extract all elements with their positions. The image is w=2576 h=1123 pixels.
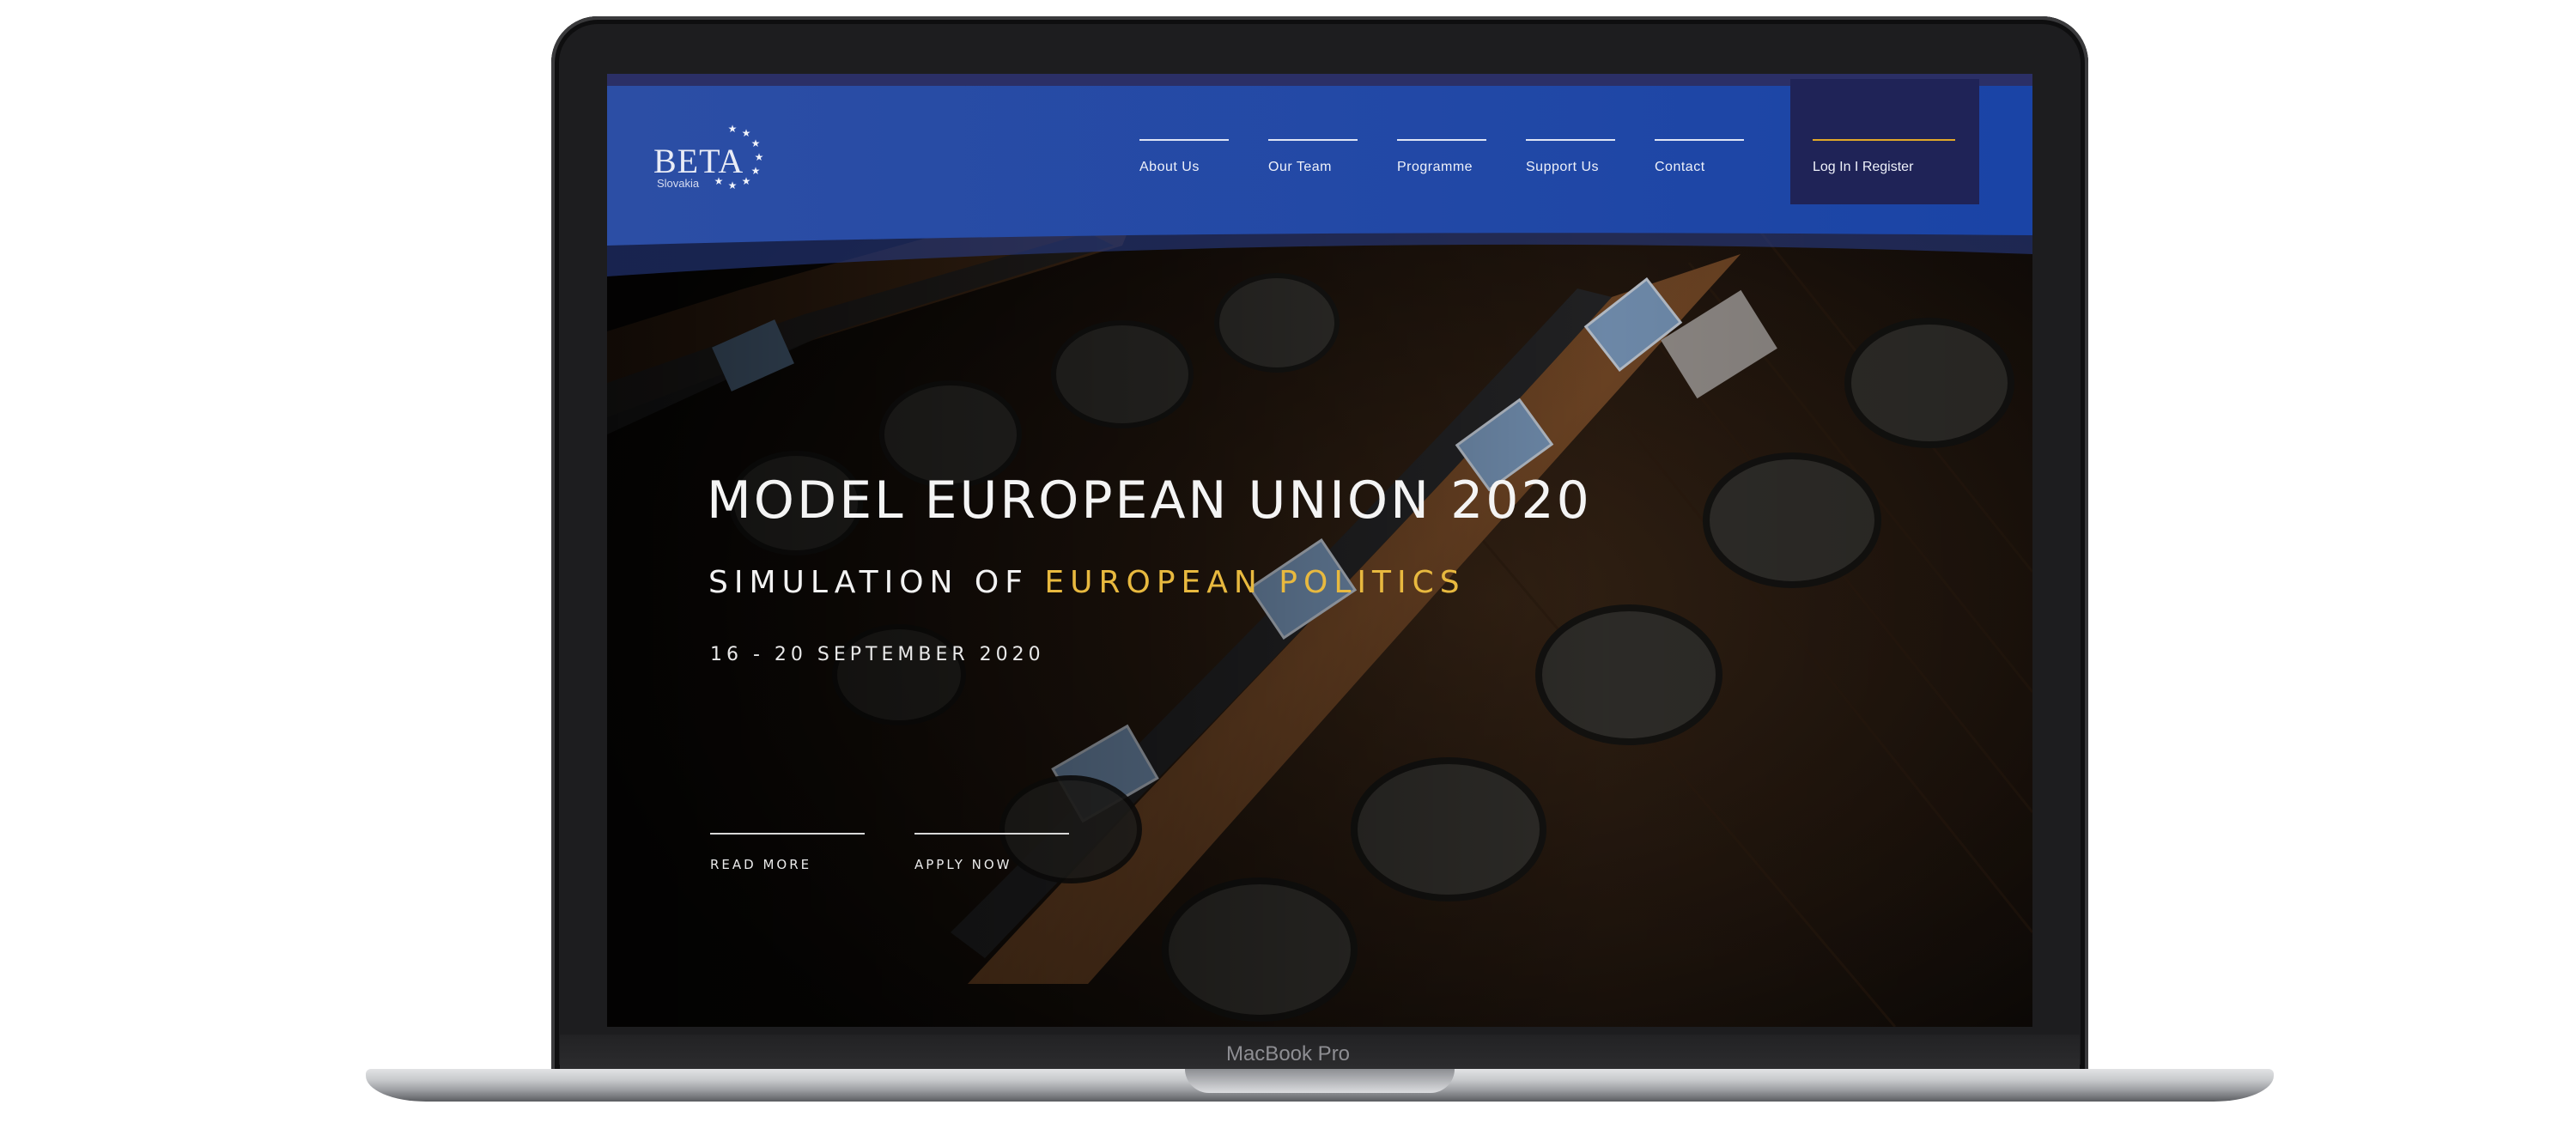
read-more-button[interactable]: READ MORE <box>710 833 865 872</box>
apply-now-button[interactable]: APPLY NOW <box>914 833 1069 872</box>
hero-subtitle-accent: EUROPEAN POLITICS <box>1044 565 1466 600</box>
nav-item-support-us[interactable]: Support Us <box>1526 139 1615 175</box>
logo-subtext: Slovakia <box>657 177 700 190</box>
nav-item-contact[interactable]: Contact <box>1655 139 1744 175</box>
svg-text:★: ★ <box>751 137 761 149</box>
login-register-link[interactable]: Log In I Register <box>1813 139 1955 175</box>
hero-title: MODEL EUROPEAN UNION 2020 <box>707 470 1592 531</box>
event-date: 16 - 20 SEPTEMBER 2020 <box>710 644 1045 665</box>
hero-subtitle: SIMULATION OF EUROPEAN POLITICS <box>708 565 1466 600</box>
svg-text:★: ★ <box>728 123 738 135</box>
nav-item-programme[interactable]: Programme <box>1397 139 1486 175</box>
svg-text:★: ★ <box>755 151 764 163</box>
logo-text: BETA <box>653 142 744 180</box>
laptop-notch <box>1185 1069 1455 1093</box>
login-panel: Log In I Register <box>1790 79 1979 204</box>
site-logo[interactable]: ★ ★ ★ ★ ★ ★ ★ ★ BETA Slovakia <box>650 122 779 199</box>
svg-text:★: ★ <box>751 165 761 177</box>
nav-item-about-us[interactable]: About Us <box>1139 139 1229 175</box>
browser-screen: ★ ★ ★ ★ ★ ★ ★ ★ BETA Slovakia About Us O… <box>607 74 2032 1027</box>
device-label: MacBook Pro <box>1225 1042 1351 1065</box>
svg-text:★: ★ <box>742 127 751 139</box>
hero-subtitle-prefix: SIMULATION OF <box>708 565 1045 600</box>
nav-item-our-team[interactable]: Our Team <box>1268 139 1358 175</box>
